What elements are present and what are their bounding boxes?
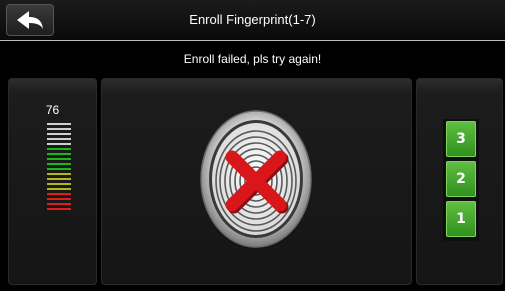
fingerprint-panel [101, 78, 412, 285]
quality-meter [47, 123, 71, 213]
quality-meter-bar [47, 193, 71, 195]
quality-meter-bar [47, 183, 71, 185]
steps-panel: 3 2 1 [416, 78, 503, 285]
step-indicator: 3 2 1 [443, 119, 479, 241]
quality-meter-bar [47, 168, 71, 170]
quality-meter-bar [47, 203, 71, 205]
fingerprint-result [200, 109, 312, 249]
quality-meter-bar [47, 208, 71, 210]
quality-panel: 76 [8, 78, 97, 285]
quality-value: 76 [45, 103, 60, 117]
page-title: Enroll Fingerprint(1-7) [189, 12, 316, 27]
quality-meter-bar [47, 173, 71, 175]
quality-meter-bar [47, 143, 71, 145]
quality-meter-bar [47, 128, 71, 130]
quality-meter-bar [47, 153, 71, 155]
fingerprint-failed-icon [200, 110, 312, 248]
step-3: 3 [446, 121, 476, 157]
quality-meter-bar [47, 198, 71, 200]
quality-meter-bar [47, 178, 71, 180]
quality-meter-bar [47, 163, 71, 165]
quality-meter-bar [47, 133, 71, 135]
quality-meter-bar [47, 188, 71, 190]
quality-meter-bar [47, 158, 71, 160]
quality-meter-bar [47, 138, 71, 140]
step-1: 1 [446, 201, 476, 237]
step-2: 2 [446, 161, 476, 197]
quality-meter-bar [47, 148, 71, 150]
quality-meter-bar [47, 123, 71, 125]
status-message: Enroll failed, pls try again! [0, 41, 505, 77]
title-bar: Enroll Fingerprint(1-7) [0, 0, 505, 41]
